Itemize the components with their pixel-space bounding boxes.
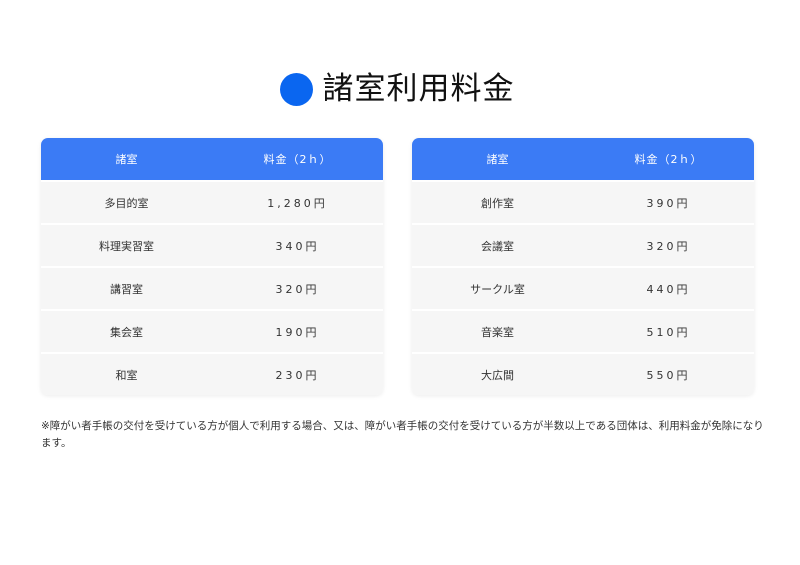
table-row: 多目的室 1,280円 xyxy=(41,180,383,223)
room-fee: 190円 xyxy=(275,325,320,339)
bullet-circle-icon xyxy=(279,72,313,106)
table-row: 音楽室 510円 xyxy=(412,309,754,352)
fee-table-right: 諸室 料金（2ｈ） 創作室 390円 会議室 320円 サークル室 440円 音… xyxy=(412,138,754,395)
table-header: 諸室 料金（2ｈ） xyxy=(412,138,754,180)
room-name: 会議室 xyxy=(481,239,514,253)
table-row: 和室 230円 xyxy=(41,352,383,395)
room-name: 多目的室 xyxy=(104,196,149,210)
header-room: 諸室 xyxy=(115,153,138,166)
table-row: サークル室 440円 xyxy=(412,266,754,309)
room-name: 料理実習室 xyxy=(99,239,154,253)
room-fee: 510円 xyxy=(646,325,691,339)
exemption-note: ※障がい者手帳の交付を受けている方が個人で利用する場合、又は、障がい者手帳の交付… xyxy=(41,420,764,449)
room-name: 音楽室 xyxy=(481,325,514,339)
table-header: 諸室 料金（2ｈ） xyxy=(41,138,383,180)
room-fee: 340円 xyxy=(275,239,320,253)
table-row: 料理実習室 340円 xyxy=(41,223,383,266)
room-fee: 320円 xyxy=(275,282,320,296)
room-fee: 230円 xyxy=(275,368,320,382)
room-name: 集会室 xyxy=(110,325,143,339)
room-name: 講習室 xyxy=(110,282,143,296)
header-room: 諸室 xyxy=(486,153,509,166)
table-row: 集会室 190円 xyxy=(41,309,383,352)
table-row: 大広間 550円 xyxy=(412,352,754,395)
header-fee: 料金（2ｈ） xyxy=(634,153,703,166)
room-fee: 440円 xyxy=(646,282,691,296)
room-fee: 550円 xyxy=(646,368,691,382)
table-row: 創作室 390円 xyxy=(412,180,754,223)
room-fee: 320円 xyxy=(646,239,691,253)
table-row: 会議室 320円 xyxy=(412,223,754,266)
header-fee: 料金（2ｈ） xyxy=(263,153,332,166)
room-name: 和室 xyxy=(115,368,138,382)
table-row: 講習室 320円 xyxy=(41,266,383,309)
room-name: 大広間 xyxy=(481,368,514,382)
room-fee: 390円 xyxy=(646,196,691,210)
room-name: サークル室 xyxy=(470,282,525,296)
room-fee: 1,280円 xyxy=(267,196,328,210)
page-title: 諸室利用料金 xyxy=(322,71,515,107)
page-heading: 諸室利用料金 xyxy=(0,69,800,109)
room-name: 創作室 xyxy=(481,196,514,210)
fee-table-left: 諸室 料金（2ｈ） 多目的室 1,280円 料理実習室 340円 講習室 320… xyxy=(41,138,383,395)
